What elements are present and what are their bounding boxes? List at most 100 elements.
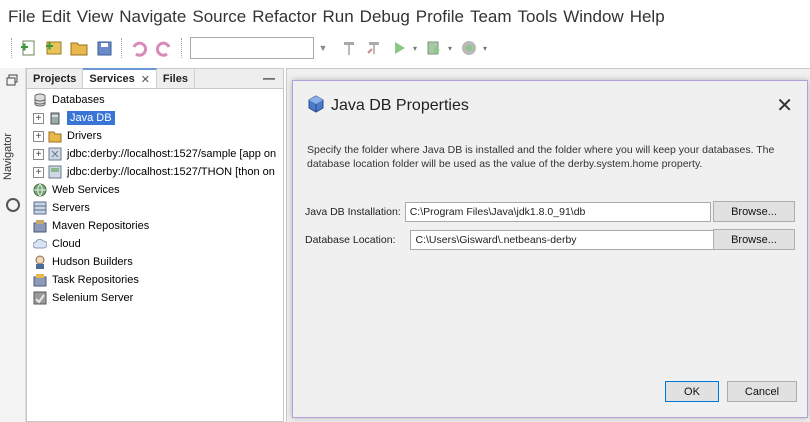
chevron-down-icon[interactable]: ▼ — [316, 37, 330, 59]
expand-icon[interactable]: + — [33, 148, 44, 160]
ok-button[interactable]: OK — [665, 381, 719, 402]
menu-edit[interactable]: Edit — [41, 7, 70, 27]
new-file-icon[interactable] — [18, 37, 40, 59]
tab-services-label: Services — [89, 73, 135, 85]
tree-item-servers[interactable]: Servers — [27, 199, 283, 217]
browse-installation-button[interactable]: Browse... — [713, 201, 795, 222]
run-dropdown-icon[interactable]: ▾ — [413, 44, 417, 53]
tree-item-cloud[interactable]: Cloud — [27, 235, 283, 253]
web-services-icon — [33, 183, 47, 197]
menu-help[interactable]: Help — [630, 7, 665, 27]
expand-icon[interactable]: + — [33, 166, 44, 178]
tree-item-label: jdbc:derby://localhost:1527/THON [thon o… — [67, 166, 275, 178]
tab-files[interactable]: Files — [157, 69, 195, 88]
tree-item-label: Java DB — [67, 111, 115, 125]
menu-file[interactable]: File — [8, 7, 35, 27]
location-row: Database Location: — [305, 230, 717, 250]
tree-item-label: Cloud — [52, 238, 81, 250]
tree-item-maven-repositories[interactable]: Maven Repositories — [27, 217, 283, 235]
menu-bar: File Edit View Navigate Source Refactor … — [0, 0, 810, 34]
tree-item-drivers[interactable]: + Drivers — [27, 127, 283, 145]
dialog-title-bar: Java DB Properties — [307, 95, 469, 116]
configuration-combo[interactable] — [190, 37, 314, 59]
tree-item-databases[interactable]: Databases — [27, 91, 283, 109]
tree-item-hudson-builders[interactable]: Hudson Builders — [27, 253, 283, 271]
expand-icon[interactable]: + — [33, 112, 44, 124]
left-sidebar-strip: Navigator — [0, 68, 26, 422]
tree-item-label: jdbc:derby://localhost:1527/sample [app … — [67, 148, 277, 160]
tab-services[interactable]: Services ✕ — [83, 68, 157, 88]
menu-refactor[interactable]: Refactor — [252, 7, 316, 27]
debug-icon[interactable] — [423, 37, 445, 59]
menu-tools[interactable]: Tools — [518, 7, 558, 27]
navigator-tab[interactable]: Navigator — [2, 133, 14, 180]
installation-field[interactable] — [404, 202, 711, 222]
menu-team[interactable]: Team — [470, 7, 512, 27]
tree-item-java-db[interactable]: + Java DB — [27, 109, 283, 127]
browse-location-button[interactable]: Browse... — [713, 229, 795, 250]
expand-icon[interactable]: + — [33, 130, 44, 142]
tree-item-label: Selenium Server — [52, 292, 134, 304]
close-icon[interactable]: ✕ — [776, 93, 793, 117]
tab-projects[interactable]: Projects — [27, 69, 84, 88]
database-icon — [33, 93, 47, 107]
netbeans-cube-icon — [307, 95, 325, 116]
tree-item-connection-sample[interactable]: + jdbc:derby://localhost:1527/sample [ap… — [27, 145, 283, 163]
tree-item-selenium-server[interactable]: Selenium Server — [27, 289, 283, 307]
open-project-icon[interactable] — [68, 37, 90, 59]
close-tab-icon[interactable]: ✕ — [141, 73, 150, 86]
redo-icon[interactable] — [153, 37, 175, 59]
menu-view[interactable]: View — [77, 7, 114, 27]
tree-item-connection-thon[interactable]: + jdbc:derby://localhost:1527/THON [thon… — [27, 163, 283, 181]
selenium-icon — [33, 291, 47, 305]
services-tree: Databases + Java DB + Drivers + jdbc:der… — [27, 89, 283, 307]
navigator-icon[interactable] — [6, 198, 20, 212]
tree-item-task-repositories[interactable]: Task Repositories — [27, 271, 283, 289]
new-project-icon[interactable] — [43, 37, 65, 59]
profile-icon[interactable] — [458, 37, 480, 59]
task-repo-icon — [33, 273, 47, 287]
cancel-button[interactable]: Cancel — [727, 381, 797, 402]
toolbar-separator — [181, 38, 185, 58]
menu-run[interactable]: Run — [322, 7, 353, 27]
save-all-icon[interactable] — [93, 37, 115, 59]
profile-dropdown-icon[interactable]: ▾ — [483, 44, 487, 53]
tree-item-label: Web Services — [52, 184, 120, 196]
dialog-description: Specify the folder where Java DB is inst… — [307, 144, 775, 170]
clean-build-icon[interactable] — [363, 37, 385, 59]
connection-icon — [48, 165, 62, 179]
tree-item-label: Task Repositories — [52, 274, 139, 286]
installation-row: Java DB Installation: — [305, 202, 711, 222]
debug-dropdown-icon[interactable]: ▾ — [448, 44, 452, 53]
drivers-icon — [48, 129, 62, 143]
location-label: Database Location: — [305, 234, 396, 246]
menu-profile[interactable]: Profile — [416, 7, 464, 27]
menu-source[interactable]: Source — [192, 7, 246, 27]
servers-icon — [33, 201, 47, 215]
tree-item-label: Databases — [52, 94, 105, 106]
services-panel: Projects Services ✕ Files — Databases + J… — [26, 68, 284, 422]
panel-tab-bar: Projects Services ✕ Files — — [27, 68, 283, 89]
toolbar-grip — [11, 38, 15, 58]
tree-item-label: Servers — [52, 202, 90, 214]
javadb-icon — [48, 111, 62, 125]
tree-item-label: Drivers — [67, 130, 102, 142]
installation-label: Java DB Installation: — [305, 206, 401, 218]
menu-navigate[interactable]: Navigate — [119, 7, 186, 27]
location-field[interactable] — [410, 230, 717, 250]
tree-item-label: Maven Repositories — [52, 220, 150, 232]
tree-item-web-services[interactable]: Web Services — [27, 181, 283, 199]
toolbar-separator — [121, 38, 125, 58]
menu-window[interactable]: Window — [563, 7, 623, 27]
menu-debug[interactable]: Debug — [360, 7, 410, 27]
restore-window-icon[interactable] — [6, 74, 18, 89]
java-db-properties-dialog: Java DB Properties ✕ Specify the folder … — [292, 80, 808, 418]
minimize-panel-button[interactable]: — — [263, 71, 275, 85]
run-icon[interactable] — [388, 37, 410, 59]
connection-icon — [48, 147, 62, 161]
undo-icon[interactable] — [128, 37, 150, 59]
hammer-icon[interactable] — [338, 37, 360, 59]
hudson-icon — [33, 255, 47, 269]
tree-item-label: Hudson Builders — [52, 256, 133, 268]
tab-files-label: Files — [162, 72, 188, 85]
